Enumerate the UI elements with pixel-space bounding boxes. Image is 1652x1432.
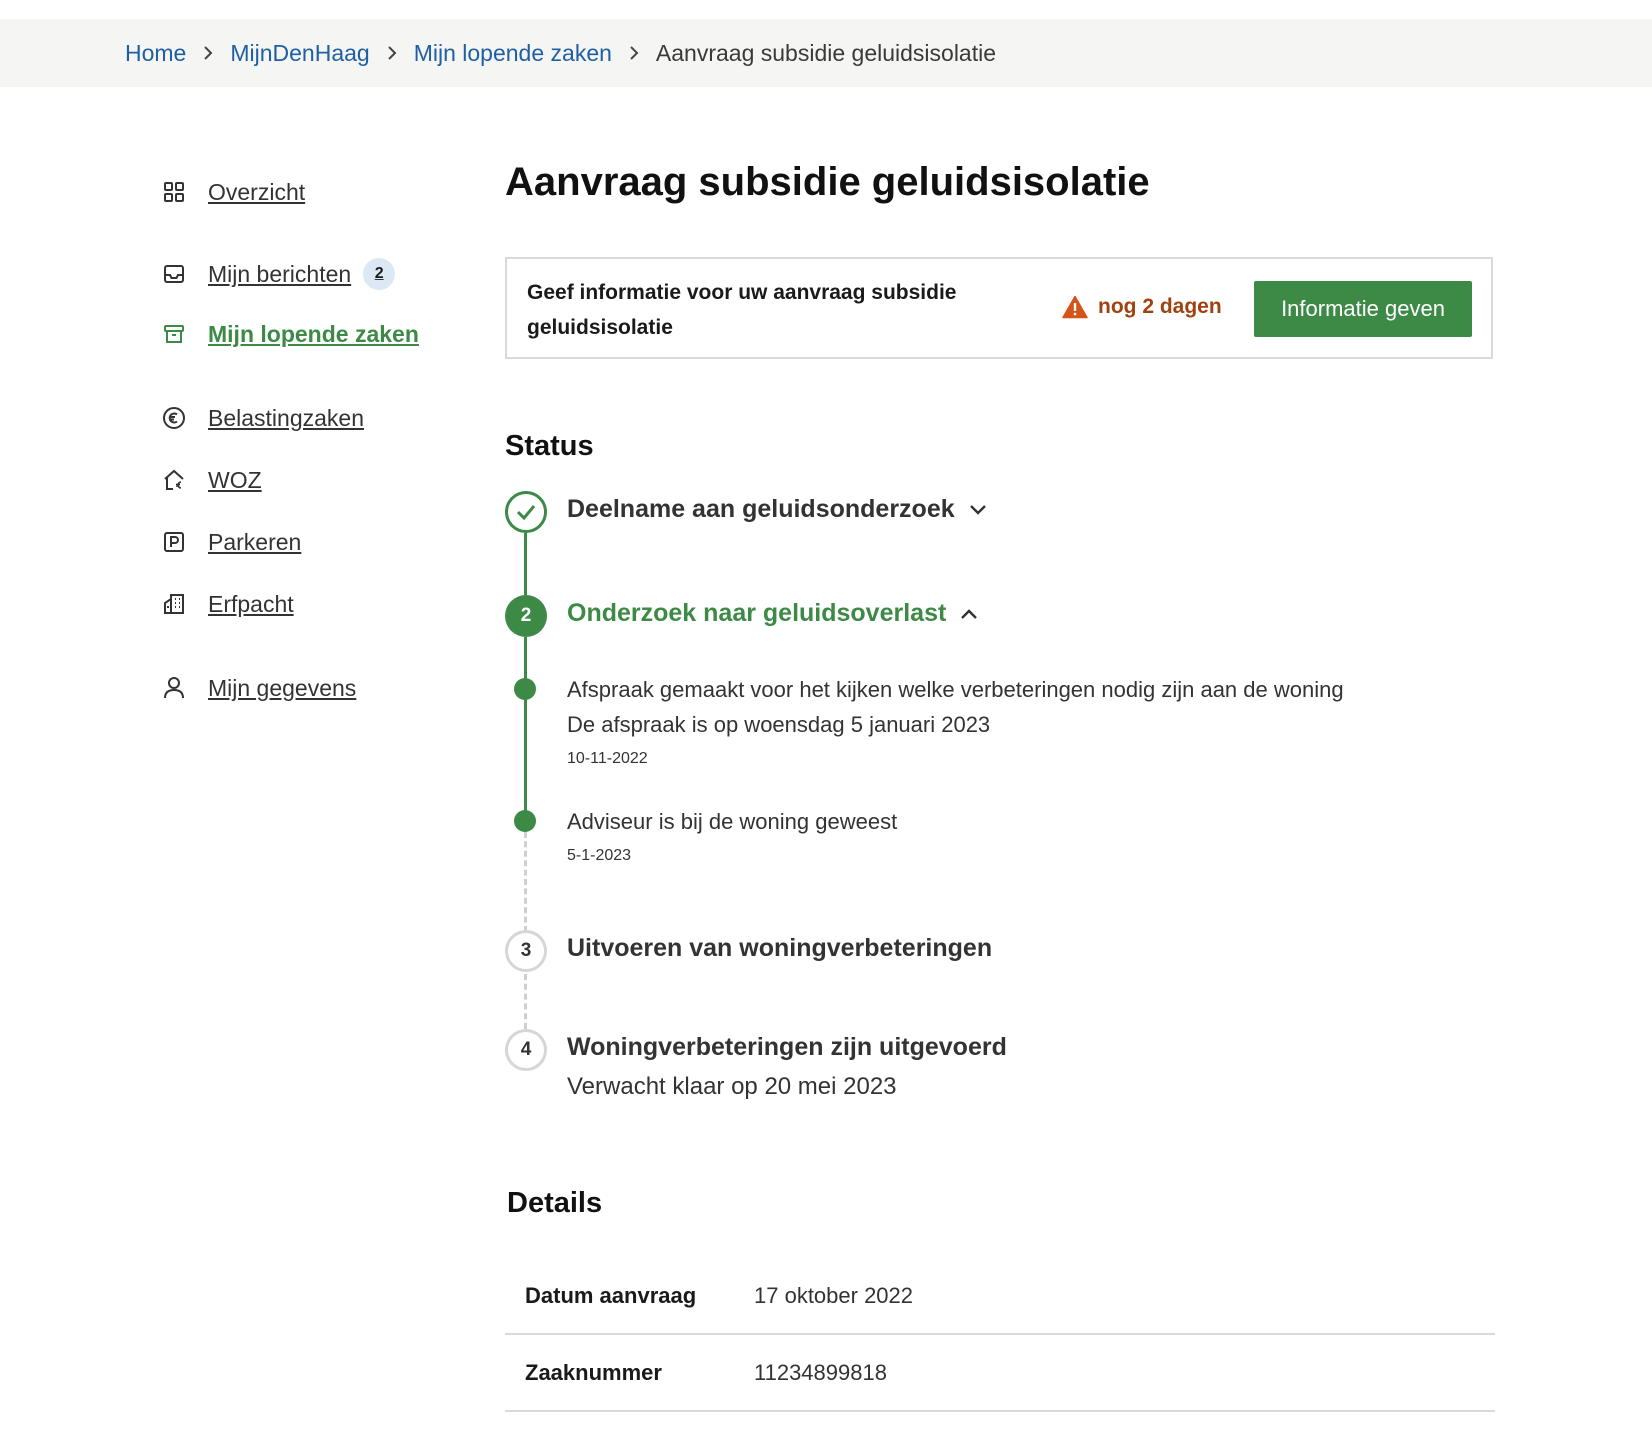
sidebar-item-berichten[interactable]: Mijn berichten 2: [160, 258, 396, 290]
step-1-check-marker: [505, 491, 547, 533]
event-1-line-2: De afspraak is op woensdag 5 januari 202…: [567, 712, 991, 737]
step-4-marker: 4: [505, 1029, 547, 1071]
details-value: 11234899818: [754, 1359, 887, 1385]
sidebar-item-belastingzaken[interactable]: Belastingzaken: [160, 404, 364, 432]
sidebar-item-label: Mijn berichten: [208, 260, 352, 287]
step-4-title: Woningverbeteringen zijn uitgevoerd: [567, 1033, 1007, 1061]
timeline-connector-pending: [524, 832, 527, 932]
warning-icon: [1062, 295, 1088, 319]
step-4-expected-date: Verwacht klaar op 20 mei 2023: [567, 1073, 897, 1100]
sidebar-item-lopende-zaken[interactable]: Mijn lopende zaken: [160, 320, 419, 348]
sidebar-item-label: Parkeren: [208, 528, 302, 555]
details-row: Zaaknummer 11234899818: [505, 1335, 1495, 1412]
step-3-marker: 3: [505, 930, 547, 972]
breadcrumb: Home MijnDenHaag Mijn lopende zaken Aanv…: [125, 19, 996, 87]
building-icon: [160, 590, 188, 618]
inbox-icon: [160, 260, 188, 288]
event-1-date: 10-11-2022: [567, 750, 648, 767]
sidebar-item-label: Overzicht: [208, 178, 306, 205]
step-2-marker: 2: [505, 595, 547, 637]
archive-icon: [160, 320, 188, 348]
details-heading: Details: [507, 1187, 603, 1219]
event-2-line-1: Adviseur is bij de woning geweest: [567, 809, 898, 834]
sidebar-item-label: Mijn gegevens: [208, 674, 357, 701]
user-icon: [160, 674, 188, 702]
informatie-geven-button[interactable]: Informatie geven: [1254, 281, 1472, 337]
details-row: Datum aanvraag 17 oktober 2022: [505, 1258, 1495, 1335]
sidebar-item-parkeren[interactable]: Parkeren: [160, 528, 301, 556]
timeline-connector-active: [524, 637, 527, 822]
chevron-up-icon: [960, 608, 978, 620]
chevron-right-icon: [387, 45, 397, 61]
task-description: Geef informatie voor uw aanvraag subsidi…: [527, 281, 957, 339]
event-2-date: 5-1-2023: [567, 847, 632, 864]
timeline-connector-pending: [524, 974, 527, 1029]
task-deadline: nog 2 dagen: [1062, 295, 1222, 319]
sidebar-item-mijn-gegevens[interactable]: Mijn gegevens: [160, 674, 356, 702]
details-value: 17 oktober 2022: [754, 1282, 914, 1308]
event-1-line-1: Afspraak gemaakt voor het kijken welke v…: [567, 677, 1344, 702]
grid-icon: [160, 178, 188, 206]
sidebar-item-woz[interactable]: WOZ: [160, 466, 262, 494]
chevron-right-icon: [203, 45, 213, 61]
status-heading: Status: [505, 430, 594, 462]
sidebar-item-label: Erfpacht: [208, 590, 294, 617]
sidebar-item-label: Mijn lopende zaken: [208, 320, 419, 347]
details-label: Zaaknummer: [525, 1359, 662, 1385]
step-1-title: Deelname aan geluidsonderzoek: [567, 495, 955, 523]
step-1-toggle[interactable]: Deelname aan geluidsonderzoek: [567, 495, 987, 524]
check-icon: [516, 505, 536, 521]
step-2-toggle[interactable]: Onderzoek naar geluidsoverlast: [567, 599, 978, 628]
step-3-title: Uitvoeren van woningverbeteringen: [567, 934, 993, 962]
breadcrumb-home[interactable]: Home: [125, 40, 186, 67]
details-label: Datum aanvraag: [525, 1282, 697, 1308]
event-dot: [514, 678, 536, 700]
breadcrumb-current: Aanvraag subsidie geluidsisolatie: [655, 39, 997, 66]
breadcrumb-mijndenhaag[interactable]: MijnDenHaag: [230, 40, 369, 67]
sidebar-item-overzicht[interactable]: Overzicht: [160, 178, 305, 206]
breadcrumb-bar: Home MijnDenHaag Mijn lopende zaken Aanv…: [0, 19, 1652, 87]
chevron-right-icon: [629, 45, 639, 61]
unread-count-badge: 2: [363, 258, 396, 290]
event-dot: [514, 810, 536, 832]
breadcrumb-lopende-zaken[interactable]: Mijn lopende zaken: [414, 40, 612, 67]
chevron-down-icon: [969, 504, 987, 516]
euro-icon: [160, 404, 188, 432]
deadline-text: nog 2 dagen: [1098, 295, 1222, 318]
sidebar-item-label: WOZ: [208, 466, 262, 493]
sidebar-item-label: Belastingzaken: [208, 404, 364, 431]
sidebar-item-erfpacht[interactable]: Erfpacht: [160, 590, 294, 618]
step-2-title: Onderzoek naar geluidsoverlast: [567, 599, 947, 627]
task-card: Geef informatie voor uw aanvraag subsidi…: [505, 257, 1493, 359]
parking-icon: [160, 528, 188, 556]
house-euro-icon: [160, 466, 188, 494]
page-title: Aanvraag subsidie geluidsisolatie: [505, 160, 1150, 204]
